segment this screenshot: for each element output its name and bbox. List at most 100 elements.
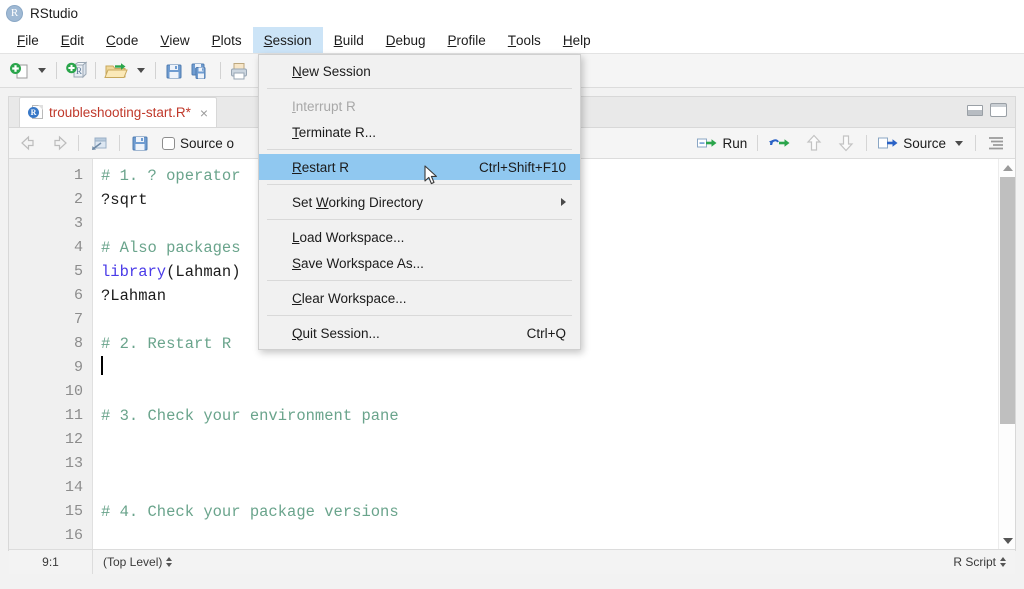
- code-token-comment: # 3. Check your environment pane: [101, 407, 399, 425]
- chevron-down-icon: [1002, 537, 1013, 544]
- code-token-comment: # 1. ? operator: [101, 167, 241, 185]
- source-on-save-checkbox[interactable]: Source o: [159, 130, 237, 156]
- menu-file[interactable]: File: [6, 27, 50, 53]
- editor-save-button[interactable]: [127, 130, 153, 156]
- scroll-down-arrow[interactable]: [999, 532, 1016, 549]
- cursor-position-label: 9:1: [9, 550, 93, 574]
- back-arrow-icon: [21, 135, 34, 151]
- save-all-icon: [191, 63, 206, 79]
- source-dropdown-button[interactable]: [949, 130, 968, 156]
- chevron-down-icon: [137, 68, 145, 73]
- save-all-button[interactable]: [187, 58, 215, 84]
- show-in-new-window-button[interactable]: [86, 130, 112, 156]
- forward-arrow-icon: [54, 135, 67, 151]
- menu-separator: [267, 280, 572, 281]
- save-icon: [132, 136, 148, 151]
- source-button[interactable]: Source: [874, 130, 949, 156]
- toolbar-separator: [78, 135, 79, 151]
- go-up-button[interactable]: [801, 130, 827, 156]
- scrollbar-thumb[interactable]: [1000, 177, 1015, 424]
- document-outline-button[interactable]: [983, 130, 1009, 156]
- go-down-button[interactable]: [833, 130, 859, 156]
- menu-item-label: Set Working Directory: [292, 194, 424, 210]
- menu-mnemonic: C: [106, 32, 116, 48]
- rstudio-logo-icon: R: [6, 5, 23, 22]
- code-scope-selector[interactable]: (Top Level): [93, 555, 173, 569]
- menu-edit[interactable]: Edit: [50, 27, 95, 53]
- menu-item-shortcut: Ctrl+Q: [526, 325, 566, 341]
- rerun-button[interactable]: [765, 130, 795, 156]
- minimize-pane-icon[interactable]: [967, 104, 983, 116]
- menu-item-restart-r[interactable]: Restart R Ctrl+Shift+F10: [259, 154, 580, 180]
- menu-plots[interactable]: Plots: [201, 27, 253, 53]
- file-type-label: R Script: [953, 555, 996, 569]
- code-line[interactable]: # 3. Check your environment pane: [101, 404, 1015, 428]
- menu-debug[interactable]: Debug: [375, 27, 437, 53]
- open-file-dropdown-button[interactable]: [131, 58, 150, 84]
- source-on-save-label: Source o: [180, 135, 235, 151]
- menu-tools[interactable]: Tools: [497, 27, 552, 53]
- run-button[interactable]: Run: [693, 130, 750, 156]
- file-type-selector[interactable]: R Script: [953, 555, 1015, 569]
- code-line[interactable]: [101, 428, 1015, 452]
- code-line[interactable]: [101, 356, 1015, 380]
- menu-item-set-working-directory[interactable]: Set Working Directory: [259, 189, 580, 215]
- session-menu-dropdown[interactable]: New Session Interrupt R Terminate R... Rest…: [258, 54, 581, 350]
- go-down-icon: [838, 135, 854, 152]
- menu-item-label: Quit Session...: [292, 325, 380, 341]
- new-file-icon: [10, 62, 28, 78]
- menu-help[interactable]: Help: [552, 27, 602, 53]
- toolbar-separator: [220, 62, 221, 79]
- close-icon[interactable]: ×: [200, 105, 208, 121]
- menu-separator: [267, 184, 572, 185]
- editor-status-bar: 9:1 (Top Level) R Script: [9, 549, 1015, 574]
- menu-item-quit-session[interactable]: Quit Session... Ctrl+Q: [259, 320, 580, 346]
- menu-item-new-session[interactable]: New Session: [259, 58, 580, 84]
- menu-session[interactable]: Session: [252, 27, 323, 53]
- code-line[interactable]: [101, 380, 1015, 404]
- chevron-down-icon: [38, 68, 46, 73]
- menu-profile[interactable]: Profile: [437, 27, 497, 53]
- code-token-comment: # 2. Restart R: [101, 335, 232, 353]
- menu-item-load-workspace[interactable]: Load Workspace...: [259, 224, 580, 250]
- menu-separator: [267, 149, 572, 150]
- code-line[interactable]: # 4. Check your package versions: [101, 500, 1015, 524]
- menu-item-save-workspace-as[interactable]: Save Workspace As...: [259, 250, 580, 276]
- navigate-back-button[interactable]: [17, 130, 44, 156]
- code-line[interactable]: [101, 476, 1015, 500]
- print-icon: [231, 62, 247, 79]
- source-tab-troubleshooting-start[interactable]: R troubleshooting-start.R* ×: [19, 97, 218, 127]
- save-button[interactable]: [161, 58, 187, 84]
- menu-view[interactable]: View: [149, 27, 200, 53]
- document-outline-icon: [989, 137, 1003, 150]
- menu-bar: File Edit Code View Plots Session Build Debug Pr…: [0, 27, 1024, 54]
- maximize-pane-icon[interactable]: [990, 103, 1007, 117]
- menu-item-clear-workspace[interactable]: Clear Workspace...: [259, 285, 580, 311]
- menu-item-terminate-r[interactable]: Terminate R...: [259, 119, 580, 145]
- new-file-dropdown-button[interactable]: [32, 58, 51, 84]
- menu-item-label: Clear Workspace...: [292, 290, 407, 306]
- new-file-button[interactable]: [6, 58, 32, 84]
- code-token-plain: ?Lahman: [101, 287, 167, 305]
- line-number: 16: [64, 527, 83, 544]
- menu-item-label: Interrupt R: [292, 98, 356, 114]
- new-project-button[interactable]: R: [62, 58, 90, 84]
- window-title: RStudio: [30, 6, 79, 21]
- menu-code[interactable]: Code: [95, 27, 149, 53]
- chevron-down-icon: [955, 140, 963, 146]
- scroll-up-arrow[interactable]: [999, 159, 1016, 176]
- menu-mnemonic: H: [562, 32, 573, 48]
- code-line[interactable]: [101, 524, 1015, 548]
- menu-separator: [267, 219, 572, 220]
- line-number-gutter: 1 2 3 4 5 6 7 8 9 10 11 12 13 14 15 16: [9, 159, 93, 549]
- open-file-button[interactable]: [101, 58, 131, 84]
- pane-window-controls: [967, 103, 1007, 117]
- navigate-forward-button[interactable]: [44, 130, 71, 156]
- editor-vertical-scrollbar[interactable]: [998, 159, 1015, 549]
- rstudio-window: R RStudio File Edit Code View Plots Session Bu…: [0, 0, 1024, 589]
- menu-mnemonic: P: [447, 32, 457, 48]
- print-button[interactable]: [226, 58, 252, 84]
- checkbox-icon: [162, 136, 175, 150]
- code-line[interactable]: [101, 452, 1015, 476]
- menu-build[interactable]: Build: [323, 27, 375, 53]
